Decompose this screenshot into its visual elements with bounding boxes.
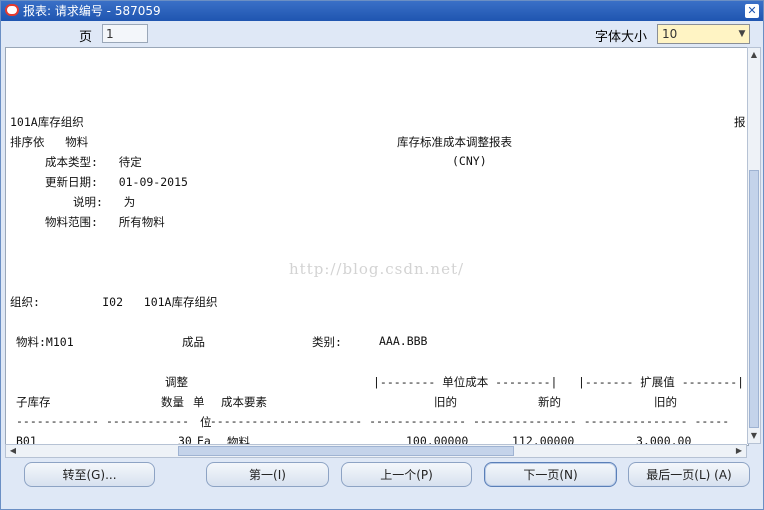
oracle-logo-icon xyxy=(5,4,19,16)
scroll-down-icon[interactable]: ▼ xyxy=(748,430,760,442)
report-title: 库存标准成本调整报表 xyxy=(397,135,512,149)
next-page-button[interactable]: 下一页(N) xyxy=(484,462,617,487)
scroll-right-icon[interactable]: ▶ xyxy=(733,445,745,457)
item-type: 成品 xyxy=(182,335,205,349)
header-adjust: 调整 xyxy=(165,375,188,389)
item-line: 物料:M101 xyxy=(16,335,74,349)
report-toolbar: 页 1 字体大小 10 ▼ xyxy=(1,22,763,46)
horizontal-scrollbar[interactable]: ◀ ▶ xyxy=(5,444,747,458)
scroll-up-icon[interactable]: ▲ xyxy=(748,49,760,61)
goto-button[interactable]: 转至(G)... xyxy=(24,462,155,487)
category-label: 类别: xyxy=(312,335,342,349)
header-divider: ------------ ------------ --------------… xyxy=(16,414,730,428)
header-extended-value: |------- 扩展值 --------| xyxy=(578,375,745,389)
report-currency: (CNY) xyxy=(452,154,487,168)
watermark-text: http://blog.csdn.net/ xyxy=(289,260,465,278)
font-size-label: 字体大小 xyxy=(595,30,648,45)
description: 说明: 为 xyxy=(73,195,136,209)
font-size-value: 10 xyxy=(662,27,678,41)
header-quantity: 数量 xyxy=(161,395,184,409)
page-label: 页 xyxy=(79,30,93,45)
first-page-button[interactable]: 第一(I) xyxy=(206,462,329,487)
title-bar: 报表: 请求编号 - 587059 ✕ xyxy=(1,1,763,21)
organization-line: 组织: I02 101A库存组织 xyxy=(10,295,218,309)
previous-page-button[interactable]: 上一个(P) xyxy=(341,462,472,487)
last-page-button[interactable]: 最后一页(L) (A) xyxy=(628,462,750,487)
font-size-select[interactable]: 10 ▼ xyxy=(657,24,750,44)
vertical-scrollbar[interactable]: ▲ ▼ xyxy=(747,47,761,444)
org-header: 101A库存组织 xyxy=(10,115,84,129)
report-window: 报表: 请求编号 - 587059 ✕ 页 1 字体大小 10 ▼ 101A库存… xyxy=(0,0,764,510)
header-subinventory: 子库存 xyxy=(16,395,51,409)
header-old-value: 旧的 xyxy=(654,395,677,409)
header-unit-2: 位 xyxy=(200,415,212,429)
header-new-cost: 新的 xyxy=(538,395,561,409)
update-date: 更新日期: 01-09-2015 xyxy=(45,175,188,189)
chevron-down-icon[interactable]: ▼ xyxy=(735,25,749,43)
close-icon[interactable]: ✕ xyxy=(745,4,759,18)
header-unit: 单 xyxy=(193,395,205,409)
report-viewer: 101A库存组织 报 排序依 物料 库存标准成本调整报表 (CNY) 成本类型:… xyxy=(5,47,749,446)
scroll-left-icon[interactable]: ◀ xyxy=(7,445,19,457)
header-old-cost: 旧的 xyxy=(434,395,457,409)
page-input[interactable]: 1 xyxy=(102,24,148,43)
category-value: AAA.BBB xyxy=(379,334,428,348)
item-range: 物料范围: 所有物料 xyxy=(45,215,165,229)
cost-type: 成本类型: 待定 xyxy=(45,155,142,169)
report-right-fragment: 报 xyxy=(734,115,746,129)
sort-by: 排序依 物料 xyxy=(10,135,89,149)
window-title: 报表: 请求编号 - 587059 xyxy=(23,4,161,18)
header-unit-cost: |-------- 单位成本 --------| xyxy=(373,375,558,389)
vertical-scroll-thumb[interactable] xyxy=(749,170,759,428)
header-cost-element: 成本要素 xyxy=(221,395,267,409)
horizontal-scroll-thumb[interactable] xyxy=(178,446,514,456)
